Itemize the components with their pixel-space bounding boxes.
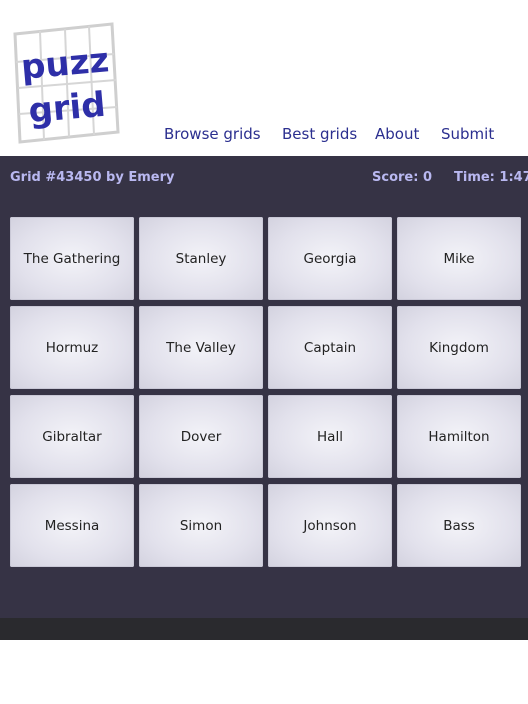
- timer-display: Time: 1:47: [454, 170, 528, 185]
- grid-tile[interactable]: Hamilton: [397, 395, 521, 478]
- nav-best-grids[interactable]: Best grids: [282, 125, 357, 143]
- grid-tile[interactable]: Stanley: [139, 217, 263, 300]
- grid-tile[interactable]: Bass: [397, 484, 521, 567]
- footer-bar: [0, 618, 528, 640]
- logo-text-line1: puzz: [19, 40, 110, 88]
- grid-tile[interactable]: Captain: [268, 306, 392, 389]
- site-header: puzz grid Browse grids Best grids About …: [0, 0, 528, 156]
- grid-tile[interactable]: Kingdom: [397, 306, 521, 389]
- grid-tile[interactable]: Simon: [139, 484, 263, 567]
- puzzle-grid: The Gathering Stanley Georgia Mike Hormu…: [10, 217, 522, 567]
- grid-title: Grid #43450 by Emery: [10, 170, 175, 185]
- grid-tile[interactable]: Georgia: [268, 217, 392, 300]
- grid-tile[interactable]: Dover: [139, 395, 263, 478]
- main-nav: Browse grids Best grids About Submit: [0, 125, 528, 147]
- nav-browse-grids[interactable]: Browse grids: [164, 125, 261, 143]
- game-info-bar: Grid #43450 by Emery Score: 0 Time: 1:47: [0, 156, 528, 200]
- grid-tile[interactable]: Gibraltar: [10, 395, 134, 478]
- grid-tile[interactable]: The Valley: [139, 306, 263, 389]
- grid-tile[interactable]: Johnson: [268, 484, 392, 567]
- score-display: Score: 0: [372, 170, 432, 185]
- grid-tile[interactable]: Hall: [268, 395, 392, 478]
- nav-submit[interactable]: Submit: [441, 125, 494, 143]
- grid-tile[interactable]: Messina: [10, 484, 134, 567]
- grid-tile[interactable]: The Gathering: [10, 217, 134, 300]
- grid-tile[interactable]: Mike: [397, 217, 521, 300]
- grid-tile[interactable]: Hormuz: [10, 306, 134, 389]
- game-panel: Grid #43450 by Emery Score: 0 Time: 1:47…: [0, 156, 528, 618]
- nav-about[interactable]: About: [375, 125, 419, 143]
